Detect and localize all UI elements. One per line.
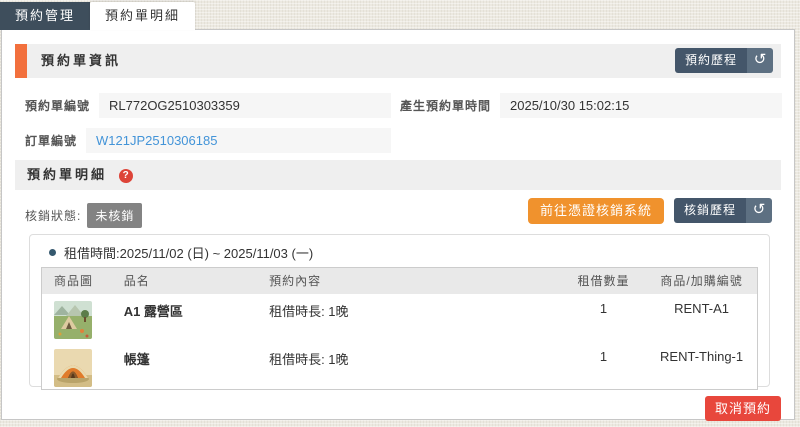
help-question-icon[interactable]: ? bbox=[119, 169, 133, 183]
verify-status-badge: 未核銷 bbox=[87, 203, 142, 228]
product-code: RENT-Thing-1 bbox=[646, 342, 757, 390]
history-refresh-icon[interactable]: ↺ bbox=[747, 48, 773, 73]
verify-action-buttons: 前往憑證核銷系統 核銷歷程 ↺ bbox=[528, 198, 772, 224]
verify-history-refresh-icon[interactable]: ↺ bbox=[746, 198, 772, 223]
verify-status-label: 核銷狀態: bbox=[25, 207, 81, 224]
product-code: RENT-A1 bbox=[646, 294, 757, 342]
order-no-field: 訂單編號 W121JP2510306185 bbox=[25, 127, 391, 153]
rental-period-text: 租借時間:2025/11/02 (日) ~ 2025/11/03 (一) bbox=[64, 243, 313, 262]
product-name: 帳篷 bbox=[112, 342, 257, 390]
created-time-value: 2025/10/30 15:02:15 bbox=[500, 93, 782, 118]
reservation-no-label: 預約單編號 bbox=[25, 97, 90, 114]
created-time-label: 產生預約單時間 bbox=[400, 97, 491, 114]
reservation-content: 租借時長: 1晚 bbox=[257, 294, 561, 342]
rental-qty: 1 bbox=[561, 294, 646, 342]
table-row-campsite: A1 露營區 租借時長: 1晚 1 RENT-A1 bbox=[42, 294, 758, 342]
tent-product-image bbox=[54, 349, 92, 387]
reservation-detail-panel: 預約單資訊 預約歷程 ↺ 預約單編號 RL772OG2510303359 產生預… bbox=[1, 29, 795, 420]
tab-bar: 預約管理 預約單明細 bbox=[0, 2, 195, 30]
reservation-history-label: 預約歷程 bbox=[675, 48, 747, 73]
items-table-header-row: 商品圖 品名 預約內容 租借數量 商品/加購編號 bbox=[42, 268, 758, 294]
detail-section-title-text: 預約單明細 bbox=[27, 167, 107, 182]
items-table: 商品圖 品名 預約內容 租借數量 商品/加購編號 bbox=[41, 267, 758, 390]
col-header-rental-qty: 租借數量 bbox=[561, 268, 646, 294]
created-time-field: 產生預約單時間 2025/10/30 15:02:15 bbox=[400, 92, 782, 118]
col-header-product-image: 商品圖 bbox=[42, 268, 112, 294]
col-header-product-name: 品名 bbox=[112, 268, 257, 294]
campsite-product-image bbox=[54, 301, 92, 339]
verify-history-button[interactable]: 核銷歷程 ↺ bbox=[674, 198, 772, 223]
reservation-no-field: 預約單編號 RL772OG2510303359 bbox=[25, 92, 391, 118]
info-section-header: 預約單資訊 預約歷程 ↺ bbox=[15, 44, 781, 78]
info-section-title: 預約單資訊 bbox=[41, 44, 121, 78]
tab-reservation-management[interactable]: 預約管理 bbox=[0, 2, 90, 30]
reservation-content: 租借時長: 1晚 bbox=[257, 342, 561, 390]
orange-accent-bar bbox=[15, 44, 27, 78]
verify-history-label: 核銷歷程 bbox=[674, 198, 746, 223]
cancel-reservation-button[interactable]: 取消預約 bbox=[705, 396, 781, 421]
go-verify-system-button[interactable]: 前往憑證核銷系統 bbox=[528, 198, 664, 224]
rental-period-line: 租借時間:2025/11/02 (日) ~ 2025/11/03 (一) bbox=[41, 244, 758, 260]
table-row-tent: 帳篷 租借時長: 1晚 1 RENT-Thing-1 bbox=[42, 342, 758, 390]
reservation-no-value: RL772OG2510303359 bbox=[99, 93, 391, 118]
verify-status-row: 核銷狀態: 未核銷 bbox=[25, 202, 142, 228]
bullet-dot-icon bbox=[49, 249, 56, 256]
detail-section-title: 預約單明細 ? bbox=[27, 160, 133, 190]
order-no-link[interactable]: W121JP2510306185 bbox=[86, 128, 391, 153]
detail-section-header: 預約單明細 ? bbox=[15, 160, 781, 190]
col-header-reservation-content: 預約內容 bbox=[257, 268, 561, 294]
rental-group-box: 租借時間:2025/11/02 (日) ~ 2025/11/03 (一) 商品圖… bbox=[29, 234, 770, 387]
tab-reservation-detail[interactable]: 預約單明細 bbox=[90, 2, 195, 30]
product-name: A1 露營區 bbox=[112, 294, 257, 342]
order-no-label: 訂單編號 bbox=[25, 132, 77, 149]
rental-qty: 1 bbox=[561, 342, 646, 390]
col-header-product-code: 商品/加購編號 bbox=[646, 268, 757, 294]
reservation-history-button[interactable]: 預約歷程 ↺ bbox=[675, 48, 773, 73]
